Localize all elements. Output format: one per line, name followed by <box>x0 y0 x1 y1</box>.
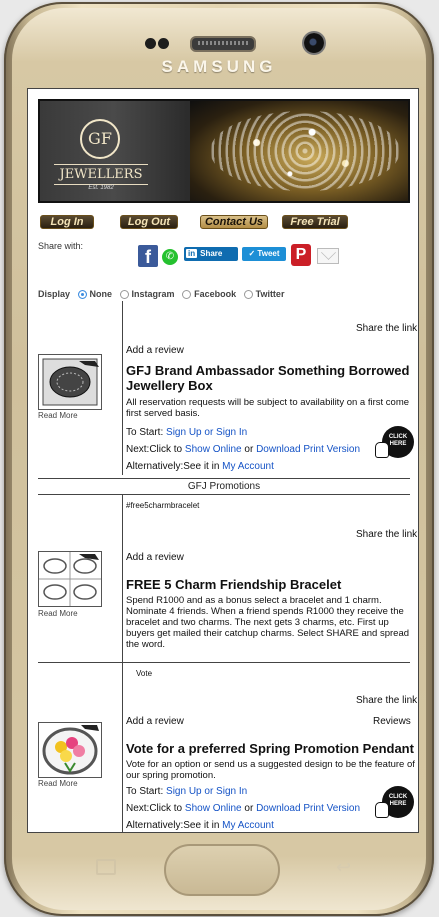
promo2-hashtag[interactable]: #free5charmbracelet <box>126 500 199 512</box>
logout-button[interactable]: Log Out <box>120 215 178 229</box>
sign-up-link[interactable]: Sign Up or Sign In <box>166 786 247 797</box>
jewellery-box-thumbnail[interactable] <box>38 354 102 410</box>
next-click-label: Next:Click to <box>126 444 183 455</box>
screen: GF JEWELLERS Est. 1982 Log In Log Out Co… <box>27 88 419 833</box>
to-start-label: To Start: <box>126 427 164 438</box>
bracelet-image <box>39 552 101 606</box>
promo3-tag[interactable]: Vote <box>136 668 152 680</box>
sensor-dot <box>158 38 169 49</box>
or-label: or <box>244 444 254 455</box>
section-title: GFJ Promotions <box>187 481 261 492</box>
bracelet-thumbnail[interactable] <box>38 551 102 607</box>
click-here-label: CLICK HERE <box>388 434 408 447</box>
whatsapp-icon[interactable]: ✆ <box>162 249 178 265</box>
hand-pointer-icon <box>375 802 389 818</box>
click-here-badge[interactable]: CLICK HERE <box>375 786 414 818</box>
my-account-link[interactable]: My Account <box>222 820 274 831</box>
promo3-alt: Alternatively:See it in My Account <box>126 820 274 832</box>
linkedin-share-button[interactable]: in Share <box>184 247 238 261</box>
share-link-1[interactable]: Share the link <box>356 323 417 335</box>
radio-facebook-label: Facebook <box>194 289 237 299</box>
jewellery-box-image <box>42 358 99 406</box>
radio-none-label: None <box>89 289 113 299</box>
promo3-next: Next:Click to Show Online or Download Pr… <box>126 803 360 815</box>
my-account-link[interactable]: My Account <box>222 461 274 472</box>
promo1-to-start: To Start: Sign Up or Sign In <box>126 427 247 439</box>
next-click-label: Next:Click to <box>126 803 183 814</box>
radio-twitter[interactable] <box>243 290 253 299</box>
divider <box>38 478 410 479</box>
show-online-link[interactable]: Show Online <box>185 444 242 455</box>
promo2-desc: Spend R1000 and as a bonus select a brac… <box>126 595 410 650</box>
pearls-decoration <box>210 111 400 191</box>
alternatively-label: Alternatively:See it in <box>126 820 220 831</box>
show-online-link[interactable]: Show Online <box>185 803 242 814</box>
linkedin-share-label: Share <box>200 249 223 258</box>
back-icon[interactable]: ↩ <box>336 858 358 876</box>
promo3-title[interactable]: Vote for a preferred Spring Promotion Pe… <box>126 741 418 756</box>
logo-monogram: GF <box>80 119 120 159</box>
promo1-desc: All reservation requests will be subject… <box>126 397 410 419</box>
pinterest-icon[interactable]: P <box>291 244 311 266</box>
column-divider <box>122 662 123 832</box>
read-more-2[interactable]: Read More <box>38 609 78 618</box>
add-review-3[interactable]: Add a review <box>126 716 184 728</box>
divider <box>38 662 410 663</box>
front-camera <box>304 33 324 53</box>
logo-established: Est. 1982 <box>88 185 114 191</box>
recent-apps-icon[interactable] <box>96 859 116 875</box>
divider <box>38 494 410 495</box>
to-start-label: To Start: <box>126 786 164 797</box>
promo3-to-start: To Start: Sign Up or Sign In <box>126 786 247 798</box>
download-print-link[interactable]: Download Print Version <box>256 803 360 814</box>
promo2-title[interactable]: FREE 5 Charm Friendship Bracelet <box>126 577 418 592</box>
sensor-dot <box>145 38 156 49</box>
home-button[interactable] <box>164 844 280 896</box>
top-bezel: SAMSUNG <box>4 2 434 92</box>
promo3-desc: Vote for an option or send us a suggeste… <box>126 759 415 781</box>
share-link-2[interactable]: Share the link <box>356 529 417 541</box>
share-link-3[interactable]: Share the link <box>356 695 417 707</box>
alternatively-label: Alternatively:See it in <box>126 461 220 472</box>
login-button[interactable]: Log In <box>40 215 94 229</box>
add-review-2[interactable]: Add a review <box>126 552 184 564</box>
free-trial-button[interactable]: Free Trial <box>282 215 348 229</box>
click-here-label: CLICK HERE <box>388 794 408 807</box>
pendant-thumbnail[interactable] <box>38 722 102 778</box>
add-review-1[interactable]: Add a review <box>126 345 184 357</box>
contact-us-button[interactable]: Contact Us <box>200 215 268 229</box>
or-label: or <box>244 803 254 814</box>
sign-up-link[interactable]: Sign Up or Sign In <box>166 427 247 438</box>
tweet-button[interactable]: ✓ Tweet <box>242 247 286 261</box>
download-print-link[interactable]: Download Print Version <box>256 444 360 455</box>
column-divider <box>122 494 123 662</box>
hero-banner[interactable]: GF JEWELLERS Est. 1982 <box>38 99 410 203</box>
radio-instagram[interactable] <box>119 290 129 299</box>
logo-name: JEWELLERS <box>54 164 148 185</box>
radio-twitter-label: Twitter <box>255 289 285 299</box>
promo1-next: Next:Click to Show Online or Download Pr… <box>126 444 360 456</box>
flowers-image <box>42 725 99 775</box>
radio-none[interactable] <box>77 290 87 299</box>
email-icon[interactable] <box>317 248 339 264</box>
linkedin-icon: in <box>186 249 198 258</box>
hand-pointer-icon <box>375 442 389 458</box>
read-more-3[interactable]: Read More <box>38 779 78 788</box>
facebook-icon[interactable]: f <box>138 245 158 267</box>
read-more-1[interactable]: Read More <box>38 411 78 420</box>
share-with-label: Share with: <box>38 241 84 251</box>
earpiece-speaker <box>190 36 256 52</box>
tweet-label: Tweet <box>257 249 280 258</box>
click-here-badge[interactable]: CLICK HERE <box>375 426 414 458</box>
phone-frame: SAMSUNG GF JEWELLERS Est. 1982 Log In Lo… <box>4 2 434 916</box>
reviews-link[interactable]: Reviews <box>373 716 411 728</box>
column-divider <box>122 301 123 475</box>
radio-instagram-label: Instagram <box>131 289 175 299</box>
device-brand: SAMSUNG <box>161 57 277 76</box>
display-filter: Display None Instagram Facebook Twitter <box>38 289 284 299</box>
display-label: Display <box>38 289 71 299</box>
promo1-title[interactable]: GFJ Brand Ambassador Something Borrowed … <box>126 363 418 393</box>
promo1-alt: Alternatively:See it in My Account <box>126 461 274 473</box>
radio-facebook[interactable] <box>182 290 192 299</box>
